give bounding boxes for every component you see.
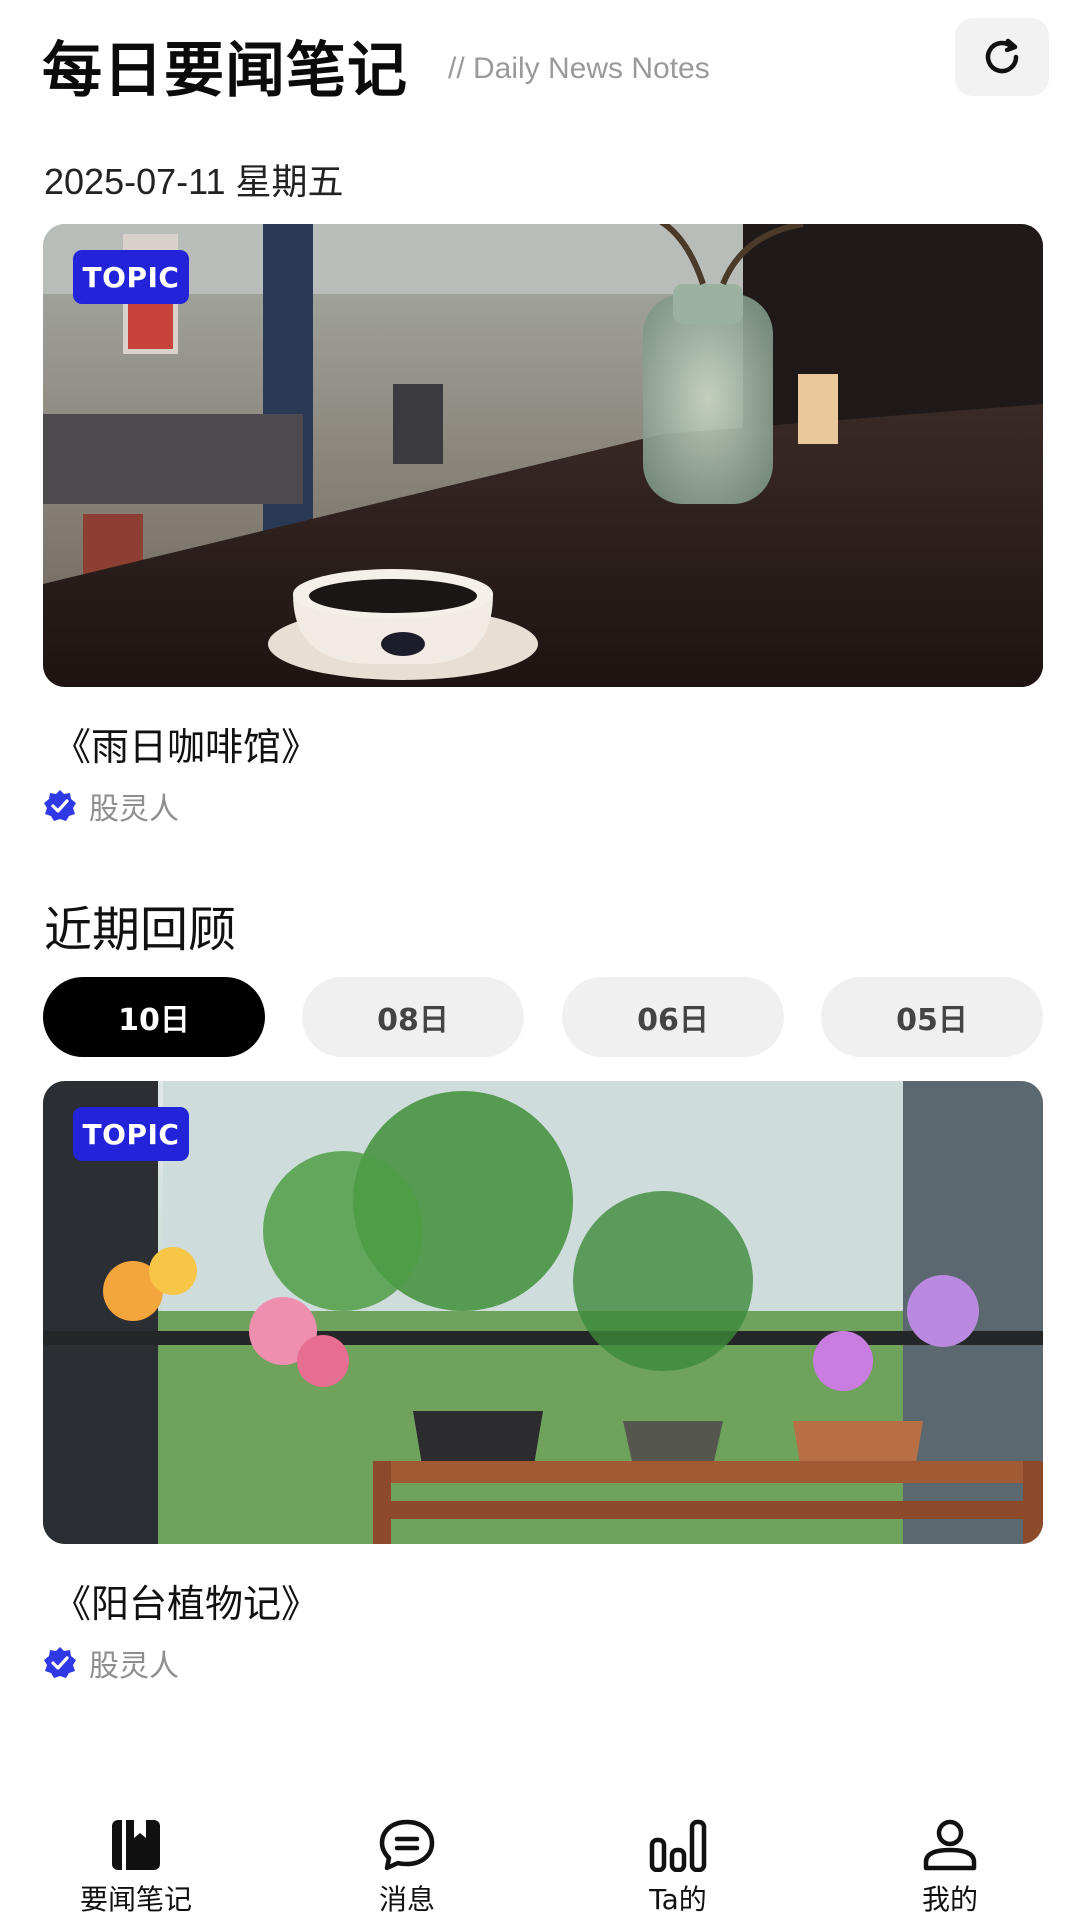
date-line: 2025-07-11 星期五 <box>44 161 344 202</box>
author-row: 股灵人 <box>43 1641 179 1685</box>
header: 每日要闻笔记 // Daily News Notes <box>0 0 1080 130</box>
date-pill-05[interactable]: 05日 <box>821 977 1043 1057</box>
tab-messages[interactable]: 消息 <box>307 1818 507 1918</box>
date-pill-06[interactable]: 06日 <box>562 977 784 1057</box>
tab-label: 要闻笔记 <box>79 1883 192 1916</box>
card-title[interactable]: 《雨日咖啡馆》 <box>53 716 319 771</box>
refresh-icon <box>985 38 1019 74</box>
topic-badge: TOPIC <box>73 250 189 304</box>
bottom-tab-bar: 要闻笔记 消息 Ta的 我的 <box>0 1800 1080 1920</box>
refresh-button[interactable] <box>955 18 1049 96</box>
tab-label: 消息 <box>378 1883 435 1916</box>
app-title: 每日要闻笔记 <box>42 36 408 106</box>
topic-badge: TOPIC <box>73 1107 189 1161</box>
date-pill-08[interactable]: 08日 <box>302 977 524 1057</box>
chat-bubble-icon <box>379 1819 435 1871</box>
tab-label: 我的 <box>921 1883 978 1916</box>
tab-label: Ta的 <box>649 1883 707 1916</box>
date-pill-10[interactable]: 10日 <box>43 977 265 1057</box>
tab-mine[interactable]: 我的 <box>850 1818 1050 1918</box>
tab-ta[interactable]: Ta的 <box>578 1818 778 1918</box>
author-row: 股灵人 <box>43 784 179 828</box>
featured-card[interactable]: TOPIC 《雨日咖啡馆》 股灵人 <box>43 224 1043 827</box>
app-subtitle: // Daily News Notes <box>448 52 710 85</box>
balcony-plants-photo[interactable]: TOPIC <box>43 1081 1043 1544</box>
cafe-illustration <box>43 224 1043 687</box>
user-icon <box>923 1819 977 1871</box>
author-name: 股灵人 <box>89 792 179 827</box>
section-title: 近期回顾 <box>44 902 237 958</box>
bookmark-book-icon <box>112 1820 160 1870</box>
author-name: 股灵人 <box>89 1649 179 1684</box>
tab-news-notes[interactable]: 要闻笔记 <box>36 1818 236 1918</box>
plants-illustration <box>43 1081 1043 1544</box>
cafe-photo[interactable]: TOPIC <box>43 224 1043 687</box>
verified-icon <box>44 790 76 821</box>
verified-icon <box>44 1647 76 1678</box>
date-pills: 10日 08日 06日 05日 <box>43 977 1043 1057</box>
bar-chart-icon <box>649 1819 707 1872</box>
card-title[interactable]: 《阳台植物记》 <box>53 1573 319 1628</box>
recent-card[interactable]: TOPIC 《阳台植物记》 股灵人 <box>43 1081 1043 1684</box>
